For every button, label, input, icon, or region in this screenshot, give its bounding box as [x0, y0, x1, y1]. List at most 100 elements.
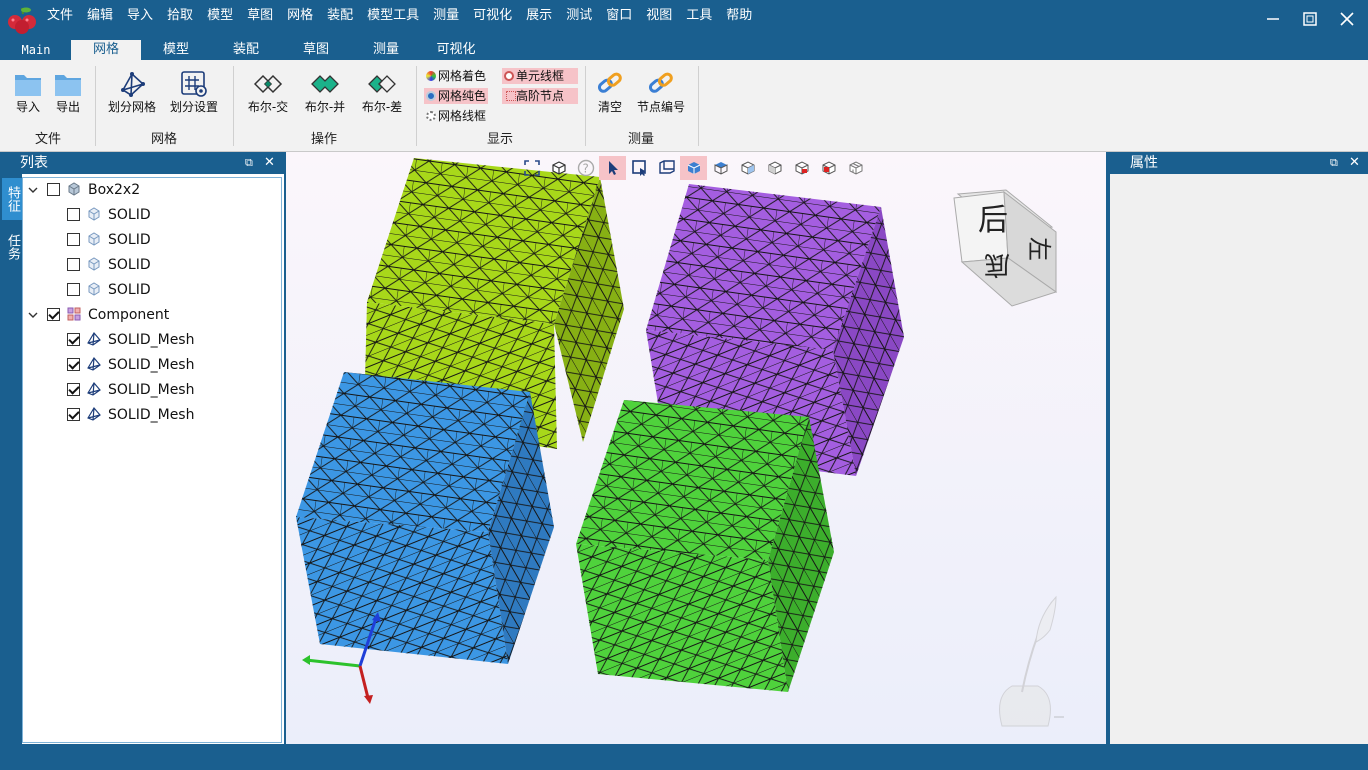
- menu-file[interactable]: 文件: [40, 6, 80, 26]
- menu-window[interactable]: 窗口: [599, 6, 639, 26]
- view-multi-button[interactable]: [842, 156, 869, 180]
- minimize-icon[interactable]: [1262, 8, 1284, 30]
- chevron-down-icon[interactable]: [27, 184, 39, 196]
- checkbox[interactable]: [67, 282, 80, 296]
- tree-label: Component: [88, 307, 170, 323]
- menu-mesh[interactable]: 网格: [280, 6, 320, 26]
- iso-view-button[interactable]: [545, 156, 572, 180]
- tree-item-mesh[interactable]: SOLID_Mesh: [67, 379, 194, 401]
- tree-item-solid[interactable]: SOLID: [67, 254, 151, 276]
- export-button[interactable]: 导出: [50, 70, 86, 115]
- checkbox[interactable]: [67, 357, 80, 371]
- panel-close-icon[interactable]: ✕: [264, 152, 275, 174]
- tree-item-solid[interactable]: SOLID: [67, 279, 151, 301]
- fit-view-button[interactable]: [518, 156, 545, 180]
- box-select-button[interactable]: [626, 156, 653, 180]
- ribbon-separator: [585, 66, 586, 146]
- mesh-wire-label: 网格线框: [438, 109, 487, 123]
- tab-measure[interactable]: 测量: [356, 40, 416, 60]
- close-icon[interactable]: [1336, 8, 1358, 30]
- checkbox[interactable]: [67, 207, 80, 221]
- mesh-wire-toggle[interactable]: 网格线框: [424, 108, 488, 124]
- view-side-button[interactable]: [761, 156, 788, 180]
- checkbox[interactable]: [67, 257, 80, 271]
- tree-item-component[interactable]: Component: [47, 304, 169, 326]
- checkbox[interactable]: [67, 382, 80, 396]
- shaded-view-button[interactable]: [680, 156, 707, 180]
- group-mesh-label: 网格: [150, 132, 177, 147]
- mesh-scene[interactable]: 后 底 左: [286, 152, 1106, 744]
- group-display-label: 显示: [486, 132, 513, 147]
- tree-item-box2x2[interactable]: Box2x2: [47, 179, 140, 201]
- 3d-viewport[interactable]: 后 底 左 ?: [286, 152, 1106, 744]
- checkbox[interactable]: [67, 232, 80, 246]
- import-button[interactable]: 导入: [10, 70, 46, 115]
- mesh-color-toggle[interactable]: 网格着色: [424, 68, 488, 84]
- mesh-icon: [87, 356, 101, 371]
- menu-edit[interactable]: 编辑: [80, 6, 120, 26]
- link-icon: [648, 72, 673, 93]
- menu-model[interactable]: 模型: [200, 6, 240, 26]
- checkbox[interactable]: [47, 182, 60, 196]
- tree-item-solid[interactable]: SOLID: [67, 229, 151, 251]
- menu-measure[interactable]: 测量: [426, 6, 466, 26]
- tab-main[interactable]: Main: [10, 40, 62, 60]
- menu-help[interactable]: 帮助: [719, 6, 759, 26]
- menu-pick[interactable]: 拾取: [160, 6, 200, 26]
- menu-tools[interactable]: 工具: [679, 6, 719, 26]
- clear-button[interactable]: 清空: [592, 70, 628, 115]
- help-button[interactable]: ?: [572, 156, 599, 180]
- tab-visualize[interactable]: 可视化: [426, 40, 486, 60]
- tab-tasks[interactable]: 任务: [2, 226, 22, 268]
- menu-view[interactable]: 视图: [639, 6, 679, 26]
- checkbox[interactable]: [67, 332, 80, 346]
- tab-features[interactable]: 特征: [2, 178, 22, 220]
- generate-mesh-button[interactable]: 划分网格: [104, 70, 160, 115]
- tree-item-mesh[interactable]: SOLID_Mesh: [67, 354, 194, 376]
- checkbox[interactable]: [47, 307, 60, 321]
- checkbox[interactable]: [67, 407, 80, 421]
- generate-mesh-label: 划分网格: [107, 100, 156, 114]
- solid-icon: [88, 257, 100, 271]
- import-label: 导入: [15, 100, 40, 114]
- green-mesh-cube[interactable]: [576, 400, 834, 692]
- menu-assembly[interactable]: 装配: [320, 6, 360, 26]
- part-icon: [68, 182, 80, 196]
- blue-mesh-cube[interactable]: [296, 372, 554, 664]
- menu-display[interactable]: 展示: [519, 6, 559, 26]
- menu-visualize[interactable]: 可视化: [466, 6, 519, 26]
- tab-sketch[interactable]: 草图: [286, 40, 346, 60]
- boolean-intersect-button[interactable]: 布尔-交: [242, 70, 294, 115]
- frame-select-button[interactable]: [653, 156, 680, 180]
- select-cursor-button[interactable]: [599, 156, 626, 180]
- view-red-2-button[interactable]: [815, 156, 842, 180]
- menu-sketch[interactable]: 草图: [240, 6, 280, 26]
- properties-panel-header: 属性 ⧉ ✕: [1110, 152, 1368, 174]
- element-wire-toggle[interactable]: 单元线框: [502, 68, 578, 84]
- view-top-button[interactable]: [707, 156, 734, 180]
- panel-close-icon[interactable]: ✕: [1349, 152, 1360, 174]
- view-front-button[interactable]: [734, 156, 761, 180]
- view-red-1-button[interactable]: [788, 156, 815, 180]
- maximize-icon[interactable]: [1299, 8, 1321, 30]
- high-order-nodes-toggle[interactable]: 高阶节点: [502, 88, 578, 104]
- float-icon[interactable]: ⧉: [245, 152, 253, 174]
- tree-item-mesh[interactable]: SOLID_Mesh: [67, 404, 194, 426]
- tree-item-mesh[interactable]: SOLID_Mesh: [67, 329, 194, 351]
- node-number-button[interactable]: 节点编号: [634, 70, 688, 115]
- tab-assembly[interactable]: 装配: [216, 40, 276, 60]
- view-cube[interactable]: 后 底 左: [953, 189, 1058, 307]
- mesh-solid-toggle[interactable]: 网格纯色: [424, 88, 489, 104]
- chevron-down-icon[interactable]: [27, 309, 39, 321]
- menu-import[interactable]: 导入: [120, 6, 160, 26]
- tree-item-solid[interactable]: SOLID: [67, 204, 151, 226]
- mesh-settings-button[interactable]: 划分设置: [166, 70, 222, 115]
- boolean-union-button[interactable]: 布尔-并: [299, 70, 351, 115]
- float-icon[interactable]: ⧉: [1330, 152, 1338, 174]
- tab-model[interactable]: 模型: [148, 40, 204, 60]
- menu-test[interactable]: 测试: [559, 6, 599, 26]
- menu-model-tools[interactable]: 模型工具: [360, 6, 426, 26]
- tab-mesh[interactable]: 网格: [71, 40, 141, 60]
- title-bar: 文件 编辑 导入 拾取 模型 草图 网格 装配 模型工具 测量 可视化 展示 测…: [0, 0, 1368, 38]
- boolean-diff-button[interactable]: 布尔-差: [356, 70, 408, 115]
